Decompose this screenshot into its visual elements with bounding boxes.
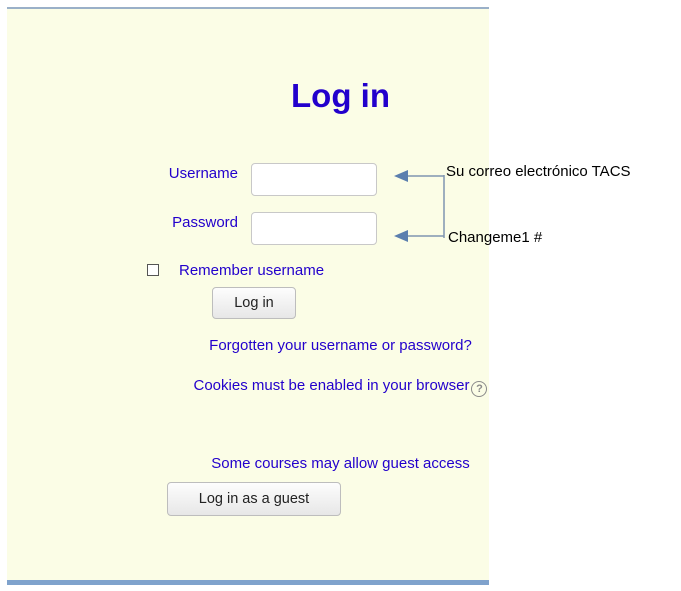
password-arrow-icon xyxy=(394,230,408,242)
annotation-arrows xyxy=(394,170,445,242)
username-arrow-icon xyxy=(394,170,408,182)
password-annotation: Changeme1 # xyxy=(448,229,543,246)
username-annotation: Su correo electrónico TACS xyxy=(446,163,631,180)
